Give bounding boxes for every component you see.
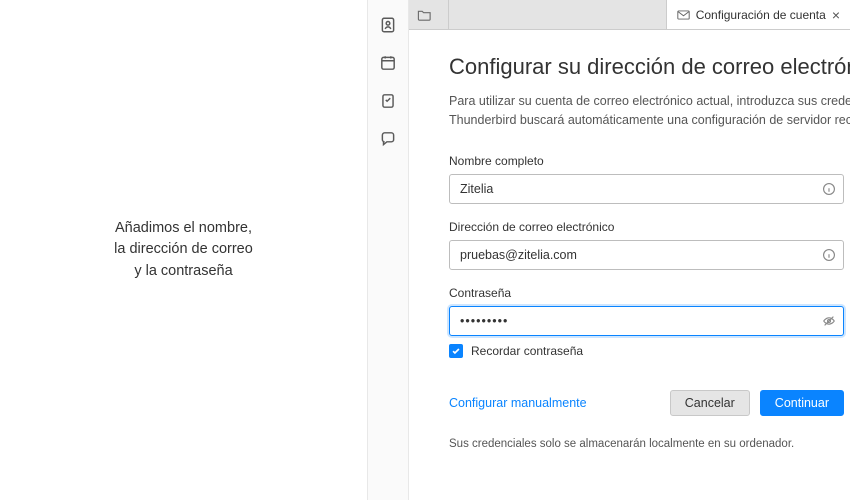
email-field[interactable]: [449, 240, 844, 270]
name-field[interactable]: [449, 174, 844, 204]
annotation-line: la dirección de correo: [114, 239, 253, 260]
close-icon[interactable]: ×: [832, 7, 840, 23]
tab-general[interactable]: [409, 0, 449, 29]
check-icon: [451, 346, 461, 356]
info-icon: [822, 248, 836, 262]
cancel-button[interactable]: Cancelar: [670, 390, 750, 416]
tab-account-config[interactable]: Configuración de cuenta ×: [666, 0, 850, 29]
annotation-panel: Añadimos el nombre, la dirección de corr…: [0, 0, 367, 500]
app-sidebar: [367, 0, 409, 500]
chat-icon[interactable]: [379, 130, 397, 148]
folder-icon: [417, 9, 432, 21]
name-label: Nombre completo: [449, 154, 850, 168]
address-book-icon[interactable]: [379, 16, 397, 34]
manual-config-button[interactable]: Configurar manualmente: [449, 396, 587, 410]
remember-label: Recordar contraseña: [471, 344, 583, 358]
remember-checkbox[interactable]: [449, 344, 463, 358]
password-field[interactable]: [449, 306, 844, 336]
email-label: Dirección de correo electrónico: [449, 220, 850, 234]
password-label: Contraseña: [449, 286, 850, 300]
footer-note: Sus credenciales solo se almacenarán loc…: [449, 438, 850, 450]
annotation-line: y la contraseña: [114, 261, 253, 282]
info-icon: [822, 182, 836, 196]
main-area: Configuración de cuenta × Configurar su …: [409, 0, 850, 500]
dialog-subtitle: Para utilizar su cuenta de correo electr…: [449, 92, 850, 130]
tasks-icon[interactable]: [379, 92, 397, 110]
continue-button[interactable]: Continuar: [760, 390, 844, 416]
account-setup-dialog: Configurar su dirección de correo electr…: [409, 30, 850, 500]
eye-off-icon[interactable]: [822, 314, 836, 328]
tab-spacer: [449, 0, 666, 29]
dialog-title: Configurar su dirección de correo electr…: [449, 54, 850, 80]
tab-bar: Configuración de cuenta ×: [409, 0, 850, 30]
annotation-line: Añadimos el nombre,: [114, 218, 253, 239]
calendar-icon[interactable]: [379, 54, 397, 72]
tab-label: Configuración de cuenta: [696, 8, 826, 22]
mail-icon: [677, 10, 690, 20]
